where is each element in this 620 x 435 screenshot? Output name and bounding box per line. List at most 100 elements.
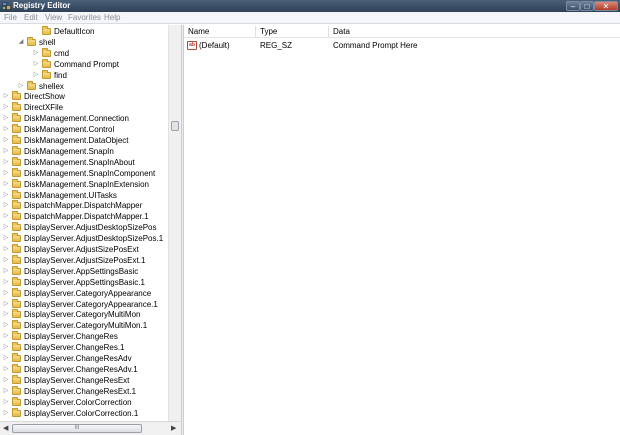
folder-icon bbox=[12, 124, 21, 134]
scroll-right-arrow-icon[interactable]: ▶ bbox=[171, 424, 176, 433]
tree-item-label: DispatchMapper.DispatchMapper.1 bbox=[24, 212, 149, 222]
tree-item-label: DisplayServer.AdjustSizePosExt bbox=[24, 245, 139, 254]
menu-favorites[interactable]: Favorites bbox=[68, 12, 101, 24]
values-list[interactable]: Name Type Data ab (Default) REG_SZ Comma… bbox=[184, 25, 620, 435]
tree-item-label: find bbox=[54, 70, 67, 80]
expand-arrow-icon[interactable]: ▷ bbox=[3, 331, 9, 342]
expand-arrow-icon[interactable]: ▷ bbox=[3, 135, 9, 146]
menu-edit[interactable]: Edit bbox=[24, 12, 38, 24]
folder-icon bbox=[12, 374, 21, 384]
tree-item-label: DefaultIcon bbox=[54, 27, 95, 36]
tree-item-label: DisplayServer.ChangeResAdv bbox=[24, 354, 132, 363]
expand-arrow-icon[interactable]: ▷ bbox=[3, 233, 9, 244]
expand-arrow-icon[interactable]: ▷ bbox=[3, 157, 9, 168]
maximize-button[interactable]: □ bbox=[580, 1, 594, 11]
expand-arrow-icon[interactable]: ▷ bbox=[3, 91, 9, 102]
folder-icon bbox=[12, 145, 21, 155]
tree-horizontal-scroll-thumb[interactable]: III bbox=[12, 424, 142, 433]
column-header-data[interactable]: Data bbox=[333, 25, 350, 38]
tree-item-label: DirectXFile bbox=[24, 103, 64, 113]
tree-item-label: Command Prompt bbox=[54, 59, 119, 69]
scroll-grip-icon: III bbox=[74, 425, 80, 431]
expand-arrow-icon[interactable]: ▷ bbox=[3, 299, 9, 310]
expand-arrow-icon[interactable]: ▷ bbox=[3, 364, 9, 375]
tree-item-label: DisplayServer.ChangeRes.1 bbox=[24, 343, 125, 353]
tree-item-label: cmd bbox=[54, 48, 70, 58]
folder-icon bbox=[12, 167, 21, 177]
expand-arrow-icon[interactable]: ▷ bbox=[3, 408, 9, 419]
menu-file[interactable]: File bbox=[4, 12, 17, 24]
expand-arrow-icon[interactable]: ▷ bbox=[3, 353, 9, 364]
menu-view[interactable]: View bbox=[45, 12, 62, 24]
expand-arrow-icon[interactable]: ▷ bbox=[3, 146, 9, 157]
expand-arrow-icon[interactable]: ▷ bbox=[3, 244, 9, 255]
expand-arrow-icon[interactable]: ▷ bbox=[33, 48, 39, 59]
column-divider[interactable] bbox=[255, 26, 256, 37]
tree-vertical-scrollbar[interactable] bbox=[168, 25, 181, 421]
expand-arrow-icon[interactable]: ▷ bbox=[33, 59, 39, 70]
expand-arrow-icon[interactable]: ▷ bbox=[3, 342, 9, 353]
expand-arrow-icon[interactable]: ▷ bbox=[3, 102, 9, 113]
expand-arrow-icon[interactable]: ▷ bbox=[3, 113, 9, 124]
expand-arrow-icon[interactable]: ▷ bbox=[33, 70, 39, 81]
minimize-button[interactable]: – bbox=[566, 1, 580, 11]
expand-arrow-icon[interactable]: ▷ bbox=[3, 320, 9, 331]
expand-arrow-icon[interactable]: ▷ bbox=[3, 222, 9, 233]
expand-arrow-icon[interactable]: ▷ bbox=[3, 179, 9, 190]
folder-icon bbox=[42, 47, 51, 57]
expand-arrow-icon[interactable]: ▷ bbox=[3, 266, 9, 277]
folder-icon bbox=[42, 26, 51, 35]
expand-arrow-icon[interactable]: ▷ bbox=[3, 168, 9, 179]
title-bar[interactable]: Registry Editor – □ ✕ bbox=[0, 0, 620, 12]
folder-icon bbox=[42, 69, 51, 79]
folder-icon bbox=[12, 265, 21, 275]
tree-item-label: DisplayServer.CategoryAppearance.1 bbox=[24, 299, 158, 309]
folder-icon bbox=[27, 36, 36, 46]
expand-arrow-icon[interactable]: ▷ bbox=[3, 386, 9, 397]
expand-arrow-icon[interactable]: ▷ bbox=[18, 81, 24, 92]
expand-arrow-icon[interactable]: ▷ bbox=[3, 397, 9, 408]
expand-arrow-icon[interactable]: ▷ bbox=[3, 288, 9, 299]
menu-help[interactable]: Help bbox=[104, 12, 120, 24]
expand-arrow-icon[interactable]: ▷ bbox=[3, 255, 9, 266]
tree-item-label: DisplayServer.AdjustDesktopSizePos.1 bbox=[24, 234, 164, 244]
column-divider[interactable] bbox=[328, 26, 329, 37]
folder-icon bbox=[12, 331, 21, 341]
tree-item-label: DisplayServer.CategoryMultiMon.1 bbox=[24, 321, 148, 331]
tree-item-label: DisplayServer.ColorCorrection.1 bbox=[24, 408, 139, 418]
tree-horizontal-scrollbar[interactable]: ◀ III ▶ bbox=[0, 421, 181, 435]
tree-item-label: shellex bbox=[39, 81, 64, 91]
folder-icon bbox=[12, 309, 21, 319]
close-button[interactable]: ✕ bbox=[594, 1, 618, 11]
folder-icon bbox=[27, 80, 36, 90]
tree-vertical-scroll-thumb[interactable] bbox=[171, 121, 179, 131]
expand-arrow-icon[interactable]: ▷ bbox=[3, 124, 9, 135]
tree-item-label: DisplayServer.AppSettingsBasic bbox=[24, 266, 139, 276]
folder-icon bbox=[12, 102, 21, 112]
expand-arrow-icon[interactable]: ▷ bbox=[3, 277, 9, 288]
value-type: REG_SZ bbox=[260, 41, 293, 50]
tree-item-label: DiskManagement.Connection bbox=[24, 114, 129, 124]
expand-arrow-icon[interactable]: ▷ bbox=[3, 309, 9, 320]
list-header: Name Type Data bbox=[184, 25, 620, 38]
folder-icon bbox=[12, 287, 21, 297]
expand-arrow-icon[interactable]: ▷ bbox=[3, 375, 9, 386]
menu-bar: File Edit View Favorites Help bbox=[0, 12, 620, 24]
registry-editor-icon bbox=[2, 2, 11, 10]
collapse-arrow-icon[interactable]: ◢ bbox=[18, 37, 24, 48]
expand-arrow-icon[interactable]: ▷ bbox=[3, 211, 9, 222]
key-tree[interactable]: DefaultIcon ◢ shell ▷ cmd ▷ Command Prompt ▷ fin… bbox=[0, 25, 181, 421]
column-header-name[interactable]: Name bbox=[188, 25, 209, 38]
folder-icon bbox=[12, 113, 21, 123]
expand-arrow-icon[interactable]: ▷ bbox=[3, 200, 9, 211]
column-header-type[interactable]: Type bbox=[260, 25, 277, 38]
folder-icon bbox=[12, 254, 21, 264]
folder-icon bbox=[12, 189, 21, 199]
tree-item-label: DisplayServer.ChangeResExt.1 bbox=[24, 386, 137, 396]
tree-item-label: DisplayServer.ColorCorrection bbox=[24, 397, 132, 407]
expand-arrow-icon[interactable]: ▷ bbox=[3, 190, 9, 201]
tree-item-label: DiskManagement.UITasks bbox=[24, 190, 117, 200]
tree-item-label: DisplayServer.AdjustDesktopSizePos bbox=[24, 223, 157, 233]
list-row[interactable]: ab (Default) REG_SZ Command Prompt Here bbox=[184, 40, 620, 52]
scroll-left-arrow-icon[interactable]: ◀ bbox=[3, 424, 8, 433]
